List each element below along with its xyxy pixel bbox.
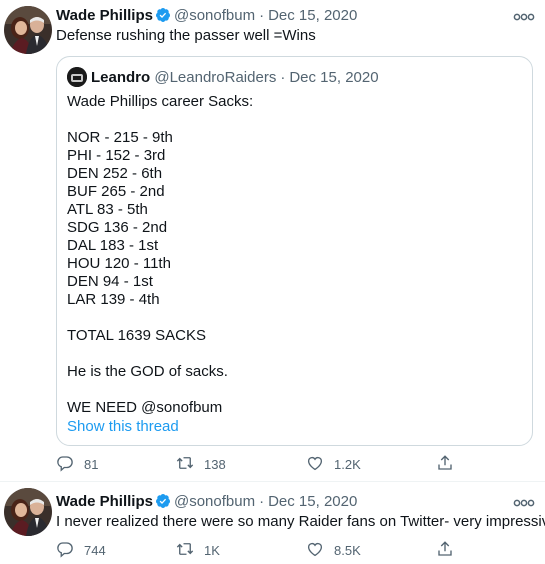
separator-dot: ·: [259, 493, 265, 510]
tweet-text: I never realized there were so many Raid…: [56, 513, 545, 530]
reply-button[interactable]: 744: [56, 540, 106, 560]
quoted-text-line: HOU 120 - 11th: [67, 255, 171, 272]
tweet-actions: 81 138 1.2K: [56, 454, 476, 474]
tweet[interactable]: Wade Phillips @sonofbum · Dec 15, 2020 I ne…: [0, 482, 545, 564]
author-name[interactable]: Wade Phillips: [56, 493, 153, 510]
verified-badge-icon: [155, 7, 171, 23]
author-name[interactable]: Wade Phillips: [56, 7, 153, 24]
tweet-date[interactable]: Dec 15, 2020: [268, 493, 357, 510]
share-icon: [436, 454, 464, 475]
quoted-author-name: Leandro: [91, 69, 151, 86]
quoted-tweet-text: Wade Phillips career Sacks: NOR - 215 - …: [67, 93, 253, 417]
quoted-text-line: BUF 265 - 2nd: [67, 183, 165, 200]
quoted-text-line: DEN 94 - 1st: [67, 273, 153, 290]
quoted-text-line: PHI - 152 - 3rd: [67, 147, 166, 164]
quoted-tweet-header: Leandro @LeandroRaiders · Dec 15, 2020: [67, 67, 379, 88]
show-thread-link[interactable]: Show this thread: [67, 417, 179, 437]
retweet-icon: [176, 540, 204, 561]
tweet-header: Wade Phillips @sonofbum · Dec 15, 2020: [56, 492, 357, 512]
retweet-count: 138: [204, 456, 226, 472]
quoted-author-handle: @LeandroRaiders: [154, 69, 277, 86]
quoted-text-line: [67, 309, 253, 327]
separator-dot: ·: [280, 69, 286, 86]
author-avatar[interactable]: [4, 488, 52, 536]
share-icon: [436, 540, 464, 561]
reply-count: 81: [84, 456, 99, 472]
quoted-text-line: NOR - 215 - 9th: [67, 129, 173, 146]
tweet-text: Defense rushing the passer well =Wins: [56, 27, 316, 44]
quoted-text-line: [67, 345, 253, 363]
tweet-date[interactable]: Dec 15, 2020: [268, 7, 357, 24]
retweet-count: 1K: [204, 542, 220, 558]
retweet-button[interactable]: 138: [176, 454, 226, 474]
quoted-text-line: SDG 136 - 2nd: [67, 219, 168, 236]
quoted-text-line: [67, 381, 253, 399]
like-button[interactable]: 1.2K: [306, 454, 361, 474]
like-button[interactable]: 8.5K: [306, 540, 361, 560]
verified-badge-icon: [155, 493, 171, 509]
more-icon[interactable]: [513, 10, 535, 24]
reply-count: 744: [84, 542, 106, 558]
quoted-tweet[interactable]: Leandro @LeandroRaiders · Dec 15, 2020 Wad…: [56, 56, 533, 446]
quoted-text-line: ATL 83 - 5th: [67, 201, 148, 218]
share-button[interactable]: [436, 454, 464, 474]
reply-icon: [56, 540, 84, 561]
separator-dot: ·: [259, 7, 265, 24]
tweet[interactable]: Wade Phillips @sonofbum · Dec 15, 2020 Defe…: [0, 0, 545, 482]
tweet-header: Wade Phillips @sonofbum · Dec 15, 2020: [56, 6, 357, 26]
author-handle[interactable]: @sonofbum: [174, 7, 255, 24]
like-count: 8.5K: [334, 542, 361, 558]
like-icon: [306, 454, 334, 475]
quoted-text-line: He is the GOD of sacks.: [67, 363, 228, 380]
quoted-text-line: TOTAL 1639 SACKS: [67, 327, 206, 344]
more-icon[interactable]: [513, 496, 535, 510]
reply-icon: [56, 454, 84, 475]
tweet-actions: 744 1K 8.5K: [56, 540, 476, 560]
retweet-icon: [176, 454, 204, 475]
quoted-text-line: DAL 183 - 1st: [67, 237, 159, 254]
quoted-text-line: WE NEED @sonofbum: [67, 399, 223, 416]
quoted-text-line: LAR 139 - 4th: [67, 291, 160, 308]
quoted-text-line: DEN 252 - 6th: [67, 165, 163, 182]
like-icon: [306, 540, 334, 561]
like-count: 1.2K: [334, 456, 361, 472]
author-avatar[interactable]: [4, 6, 52, 54]
quoted-tweet-date: Dec 15, 2020: [289, 69, 379, 86]
quoted-text-line: [67, 111, 253, 129]
quoted-text-line: Wade Phillips career Sacks:: [67, 93, 254, 110]
retweet-button[interactable]: 1K: [176, 540, 220, 560]
share-button[interactable]: [436, 540, 464, 560]
author-handle[interactable]: @sonofbum: [174, 493, 255, 510]
quoted-author-avatar: [67, 67, 87, 87]
reply-button[interactable]: 81: [56, 454, 98, 474]
